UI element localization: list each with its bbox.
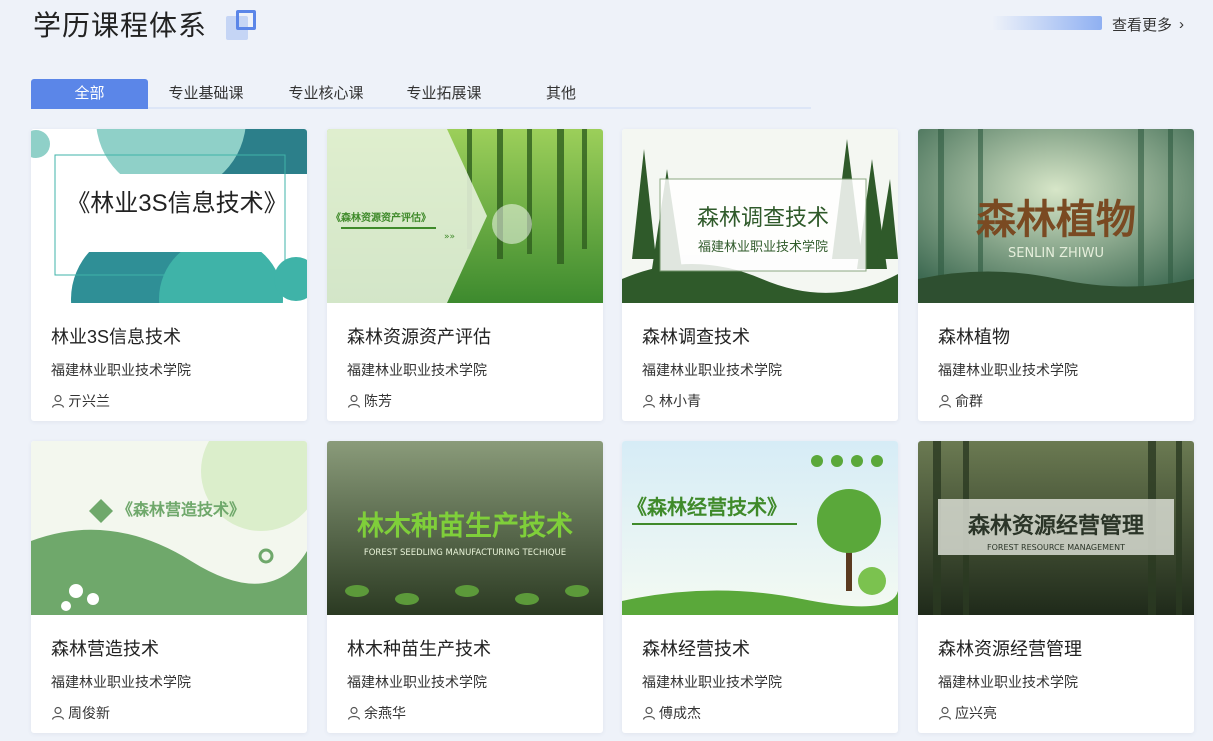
- course-school: 福建林业职业技术学院: [938, 362, 1078, 378]
- cover-subtitle-text: FOREST RESOURCE MANAGEMENT: [987, 543, 1125, 552]
- teacher-name: 陈芳: [364, 393, 392, 409]
- more-decoration: [992, 16, 1102, 30]
- course-card[interactable]: 森林资源经营管理 FOREST RESOURCE MANAGEMENT 森林资源…: [918, 441, 1194, 733]
- course-card[interactable]: 《森林经营技术》 森林经营技术 福建林业职业技术学院 傅成杰: [622, 441, 898, 733]
- course-cover-image: 《林业3S信息技术》: [31, 129, 307, 303]
- cover-title-text: 《森林资源资产评估》: [331, 211, 431, 224]
- teacher-name: 亓兴兰: [68, 393, 110, 409]
- user-icon: [347, 394, 361, 408]
- user-icon: [51, 706, 65, 720]
- course-teacher: 余燕华: [347, 703, 406, 723]
- teacher-name: 傅成杰: [659, 705, 701, 721]
- user-icon: [938, 394, 952, 408]
- cover-title-text: 森林调查技术: [697, 206, 829, 231]
- view-more-link[interactable]: 查看更多 ›: [1112, 14, 1184, 35]
- course-title: 森林营造技术: [51, 639, 159, 659]
- course-title: 林业3S信息技术: [51, 327, 182, 347]
- course-school: 福建林业职业技术学院: [347, 674, 487, 690]
- course-card[interactable]: 《森林营造技术》 森林营造技术 福建林业职业技术学院 周俊新: [31, 441, 307, 733]
- svg-text:»»: »»: [444, 232, 455, 242]
- cover-title-text: 《林业3S信息技术》: [66, 190, 287, 217]
- cover-subtitle-text: 福建林业职业技术学院: [698, 239, 828, 255]
- course-school: 福建林业职业技术学院: [642, 362, 782, 378]
- course-teacher: 周俊新: [51, 703, 110, 723]
- course-teacher: 俞群: [938, 391, 983, 411]
- user-icon: [938, 706, 952, 720]
- course-teacher: 亓兴兰: [51, 391, 110, 411]
- course-cover-image: 森林调查技术 福建林业职业技术学院: [622, 129, 898, 303]
- course-cover-image: 《森林资源资产评估》 »»: [327, 129, 603, 303]
- course-school: 福建林业职业技术学院: [347, 362, 487, 378]
- user-icon: [642, 394, 656, 408]
- course-cover-image: 《森林营造技术》: [31, 441, 307, 615]
- course-cover-image: 森林植物 SENLIN ZHIWU: [918, 129, 1194, 303]
- course-title: 森林资源资产评估: [347, 327, 491, 347]
- course-teacher: 傅成杰: [642, 703, 701, 723]
- course-title: 森林经营技术: [642, 639, 750, 659]
- course-school: 福建林业职业技术学院: [938, 674, 1078, 690]
- teacher-name: 应兴亮: [955, 705, 997, 721]
- user-icon: [642, 706, 656, 720]
- cover-title-text: 森林资源经营管理: [968, 513, 1144, 539]
- user-icon: [51, 394, 65, 408]
- course-card[interactable]: 森林植物 SENLIN ZHIWU 森林植物 福建林业职业技术学院 俞群: [918, 129, 1194, 421]
- course-title: 森林资源经营管理: [938, 639, 1082, 659]
- tab-other[interactable]: 其他: [531, 79, 591, 109]
- course-school: 福建林业职业技术学院: [642, 674, 782, 690]
- cover-title-text: 森林植物: [976, 197, 1136, 243]
- course-title: 林木种苗生产技术: [347, 639, 491, 659]
- teacher-name: 林小青: [659, 393, 701, 409]
- tab-basic-courses[interactable]: 专业基础课: [156, 79, 256, 109]
- course-cover-image: 林木种苗生产技术 FOREST SEEDLING MANUFACTURING T…: [327, 441, 603, 615]
- course-teacher: 应兴亮: [938, 703, 997, 723]
- teacher-name: 余燕华: [364, 705, 406, 721]
- cover-title-text: 林木种苗生产技术: [357, 511, 573, 542]
- course-card[interactable]: 《森林资源资产评估》 »» 森林资源资产评估 福建林业职业技术学院 陈芳: [327, 129, 603, 421]
- view-more-label: 查看更多: [1112, 17, 1173, 34]
- teacher-name: 俞群: [955, 393, 983, 409]
- title-decoration-icon: [226, 10, 260, 42]
- course-cover-image: 森林资源经营管理 FOREST RESOURCE MANAGEMENT: [918, 441, 1194, 615]
- page-title: 学历课程体系: [33, 10, 208, 41]
- category-tabs: 全部 专业基础课 专业核心课 专业拓展课 其他: [31, 79, 811, 109]
- course-title: 森林植物: [938, 327, 1010, 347]
- cover-subtitle-text: SENLIN ZHIWU: [1008, 246, 1104, 261]
- course-cover-image: 《森林经营技术》: [622, 441, 898, 615]
- cover-title-text: 《森林经营技术》: [627, 495, 787, 519]
- teacher-name: 周俊新: [68, 705, 110, 721]
- course-school: 福建林业职业技术学院: [51, 674, 191, 690]
- course-school: 福建林业职业技术学院: [51, 362, 191, 378]
- cover-title-text: 《森林营造技术》: [117, 500, 245, 519]
- course-title: 森林调查技术: [642, 327, 750, 347]
- course-card[interactable]: 森林调查技术 福建林业职业技术学院 森林调查技术 福建林业职业技术学院 林小青: [622, 129, 898, 421]
- course-card[interactable]: 《林业3S信息技术》 林业3S信息技术 福建林业职业技术学院 亓兴兰: [31, 129, 307, 421]
- user-icon: [347, 706, 361, 720]
- cover-subtitle-text: FOREST SEEDLING MANUFACTURING TECHIQUE: [364, 548, 566, 558]
- tab-core-courses[interactable]: 专业核心课: [276, 79, 376, 109]
- course-card[interactable]: 林木种苗生产技术 FOREST SEEDLING MANUFACTURING T…: [327, 441, 603, 733]
- chevron-right-icon: ›: [1179, 16, 1185, 33]
- course-teacher: 林小青: [642, 391, 701, 411]
- tab-extension-courses[interactable]: 专业拓展课: [394, 79, 494, 109]
- tab-all[interactable]: 全部: [31, 79, 148, 109]
- course-teacher: 陈芳: [347, 391, 392, 411]
